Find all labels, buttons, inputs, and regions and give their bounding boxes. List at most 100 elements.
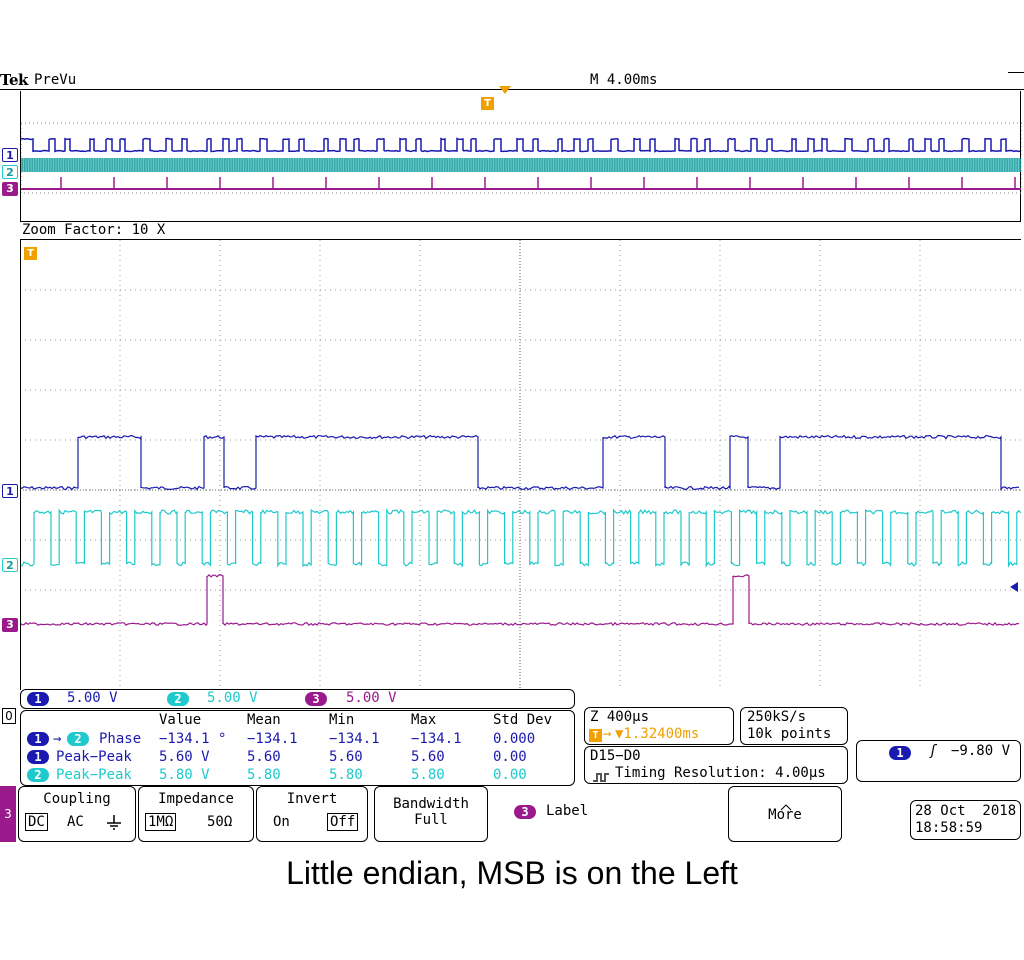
- overview-ch1-path: [20, 137, 1021, 153]
- graticule-grid: [20, 240, 1021, 690]
- measurement-header-row: Value Mean Min Max Std Dev: [21, 711, 576, 729]
- ch2-badge[interactable]: 2: [167, 692, 189, 706]
- zoom-factor-label: Zoom Factor: 10 X: [22, 222, 166, 238]
- invert-title: Invert: [286, 791, 338, 807]
- phase-value: −134.1 °: [159, 731, 227, 747]
- trigger-position: ▼1.32400ms: [615, 726, 700, 742]
- caption: Little endian, MSB is on the Left: [286, 855, 738, 891]
- overview-ch3-marker[interactable]: 3: [2, 182, 18, 196]
- measurement-panel[interactable]: Value Mean Min Max Std Dev 1 → 2 Phase −…: [20, 710, 575, 786]
- impedance-title: Impedance: [158, 791, 234, 807]
- ch3-scale[interactable]: 5.00 V: [346, 690, 397, 706]
- digital-bus-panel[interactable]: D15−D0 Timing Resolution: 4.00µs: [584, 746, 848, 784]
- invert-off-option[interactable]: Off: [327, 813, 359, 831]
- ref-marker[interactable]: 0: [2, 708, 16, 724]
- more-button[interactable]: More: [728, 786, 842, 842]
- label-text: Label: [546, 803, 589, 819]
- col-min-header: Min: [329, 712, 355, 728]
- label-ch-badge: 3: [514, 805, 536, 819]
- overview-top-border: [0, 89, 1024, 90]
- impedance-50-option[interactable]: 50Ω: [207, 814, 232, 830]
- zoom-trigger-marker[interactable]: T: [24, 247, 37, 260]
- datetime-panel[interactable]: 28 Oct 2018 18:58:59: [910, 800, 1021, 840]
- pk2-stddev: 0.00: [493, 767, 527, 783]
- bandwidth-value: Full: [414, 812, 448, 828]
- phase-min: −134.1: [329, 731, 380, 747]
- overview-window[interactable]: [20, 91, 1023, 222]
- impedance-button[interactable]: Impedance 1MΩ 50Ω: [138, 786, 254, 842]
- pk1-min: 5.60: [329, 749, 363, 765]
- bandwidth-button[interactable]: Bandwidth Full: [374, 786, 488, 842]
- timing-resolution: Timing Resolution: 4.00µs: [615, 765, 826, 781]
- ch3-ground-marker[interactable]: 3: [2, 618, 18, 632]
- overview-ch2-trace: [20, 158, 1021, 172]
- main-graticule[interactable]: [20, 240, 1021, 690]
- coupling-ac-option[interactable]: AC: [67, 814, 84, 830]
- sample-rate-panel[interactable]: 250kS/s 10k points: [740, 707, 848, 745]
- col-mean-header: Mean: [247, 712, 281, 728]
- zoom-scale: Z 400µs: [590, 709, 650, 725]
- trigger-level: −9.80 V: [951, 743, 1011, 759]
- overview-ch2-marker[interactable]: 2: [2, 165, 18, 179]
- ground-icon[interactable]: [105, 815, 123, 831]
- pk2-mean: 5.80: [247, 767, 281, 783]
- col-value-header: Value: [159, 712, 202, 728]
- time: 18:58:59: [915, 820, 983, 836]
- impedance-1m-option[interactable]: 1MΩ: [145, 813, 177, 831]
- overview-waveforms: [20, 122, 1023, 194]
- phase-max: −134.1: [411, 731, 462, 747]
- trigger-source-badge: 1: [889, 746, 911, 760]
- rising-edge-icon: ʃ: [929, 743, 938, 759]
- pk2-max: 5.80: [411, 767, 445, 783]
- pk1-name: Peak−Peak: [56, 749, 132, 765]
- zoom-bar: [20, 222, 1021, 240]
- trigger-level-arrow[interactable]: [1010, 582, 1018, 592]
- measurement-row-pk2[interactable]: 2 Peak−Peak 5.80 V 5.80 5.80 5.80 0.00: [21, 766, 576, 784]
- ch2-scale[interactable]: 5.00 V: [207, 690, 258, 706]
- bus-label: D15−D0: [590, 748, 641, 764]
- brand-logo: Tek: [0, 71, 28, 89]
- record-length: 10k points: [747, 726, 832, 742]
- pk1-stddev: 0.00: [493, 749, 527, 765]
- pk1-src-badge: 1: [27, 750, 49, 764]
- zoom-position-panel[interactable]: Z 400µs T → ▼1.32400ms: [584, 707, 734, 745]
- pk2-value: 5.80 V: [159, 767, 210, 783]
- timing-icon: [593, 770, 609, 782]
- ch3-badge[interactable]: 3: [305, 692, 327, 706]
- coupling-button[interactable]: Coupling DC AC: [18, 786, 136, 842]
- bandwidth-title: Bandwidth: [393, 796, 469, 812]
- overview-trigger-marker[interactable]: T: [481, 97, 494, 110]
- overview-ch3-trace: [21, 177, 1021, 190]
- invert-on-option[interactable]: On: [273, 814, 290, 830]
- ch1-badge[interactable]: 1: [27, 692, 49, 706]
- timebase-readout: M 4.00ms: [590, 72, 658, 88]
- pk1-mean: 5.60: [247, 749, 281, 765]
- chevron-up-icon: [729, 799, 841, 811]
- trigger-panel[interactable]: 1 ʃ −9.80 V: [856, 740, 1021, 782]
- measurement-row-pk1[interactable]: 1 Peak−Peak 5.60 V 5.60 5.60 5.60 0.00: [21, 748, 576, 766]
- col-stddev-header: Std Dev: [493, 712, 553, 728]
- col-max-header: Max: [411, 712, 437, 728]
- phase-src1-badge: 1: [27, 732, 49, 746]
- invert-button[interactable]: Invert On Off: [256, 786, 368, 842]
- overview-ch1-marker[interactable]: 1: [2, 148, 18, 162]
- ch1-ground-marker[interactable]: 1: [2, 484, 18, 498]
- graticule-left-border: [20, 240, 21, 690]
- phase-mean: −134.1: [247, 731, 298, 747]
- date: 28 Oct 2018: [915, 803, 1017, 819]
- sample-rate: 250kS/s: [747, 709, 807, 725]
- phase-name: Phase: [99, 731, 142, 747]
- ch2-ground-marker[interactable]: 2: [2, 558, 18, 572]
- phase-src2-badge: 2: [67, 732, 89, 746]
- ch1-scale[interactable]: 5.00 V: [67, 690, 118, 706]
- measurement-row-phase[interactable]: 1 → 2 Phase −134.1 ° −134.1 −134.1 −134.…: [21, 730, 576, 748]
- label-button[interactable]: 3 Label: [496, 786, 612, 842]
- coupling-dc-option[interactable]: DC: [25, 813, 48, 831]
- channel-scale-panel: 1 5.00 V 2 5.00 V 3 5.00 V: [20, 689, 575, 709]
- pk1-max: 5.60: [411, 749, 445, 765]
- channel-menu-tab[interactable]: 3: [0, 786, 16, 842]
- header-rule: [1008, 72, 1024, 73]
- phase-stddev: 0.000: [493, 731, 536, 747]
- coupling-title: Coupling: [43, 791, 111, 807]
- pk2-name: Peak−Peak: [56, 767, 132, 783]
